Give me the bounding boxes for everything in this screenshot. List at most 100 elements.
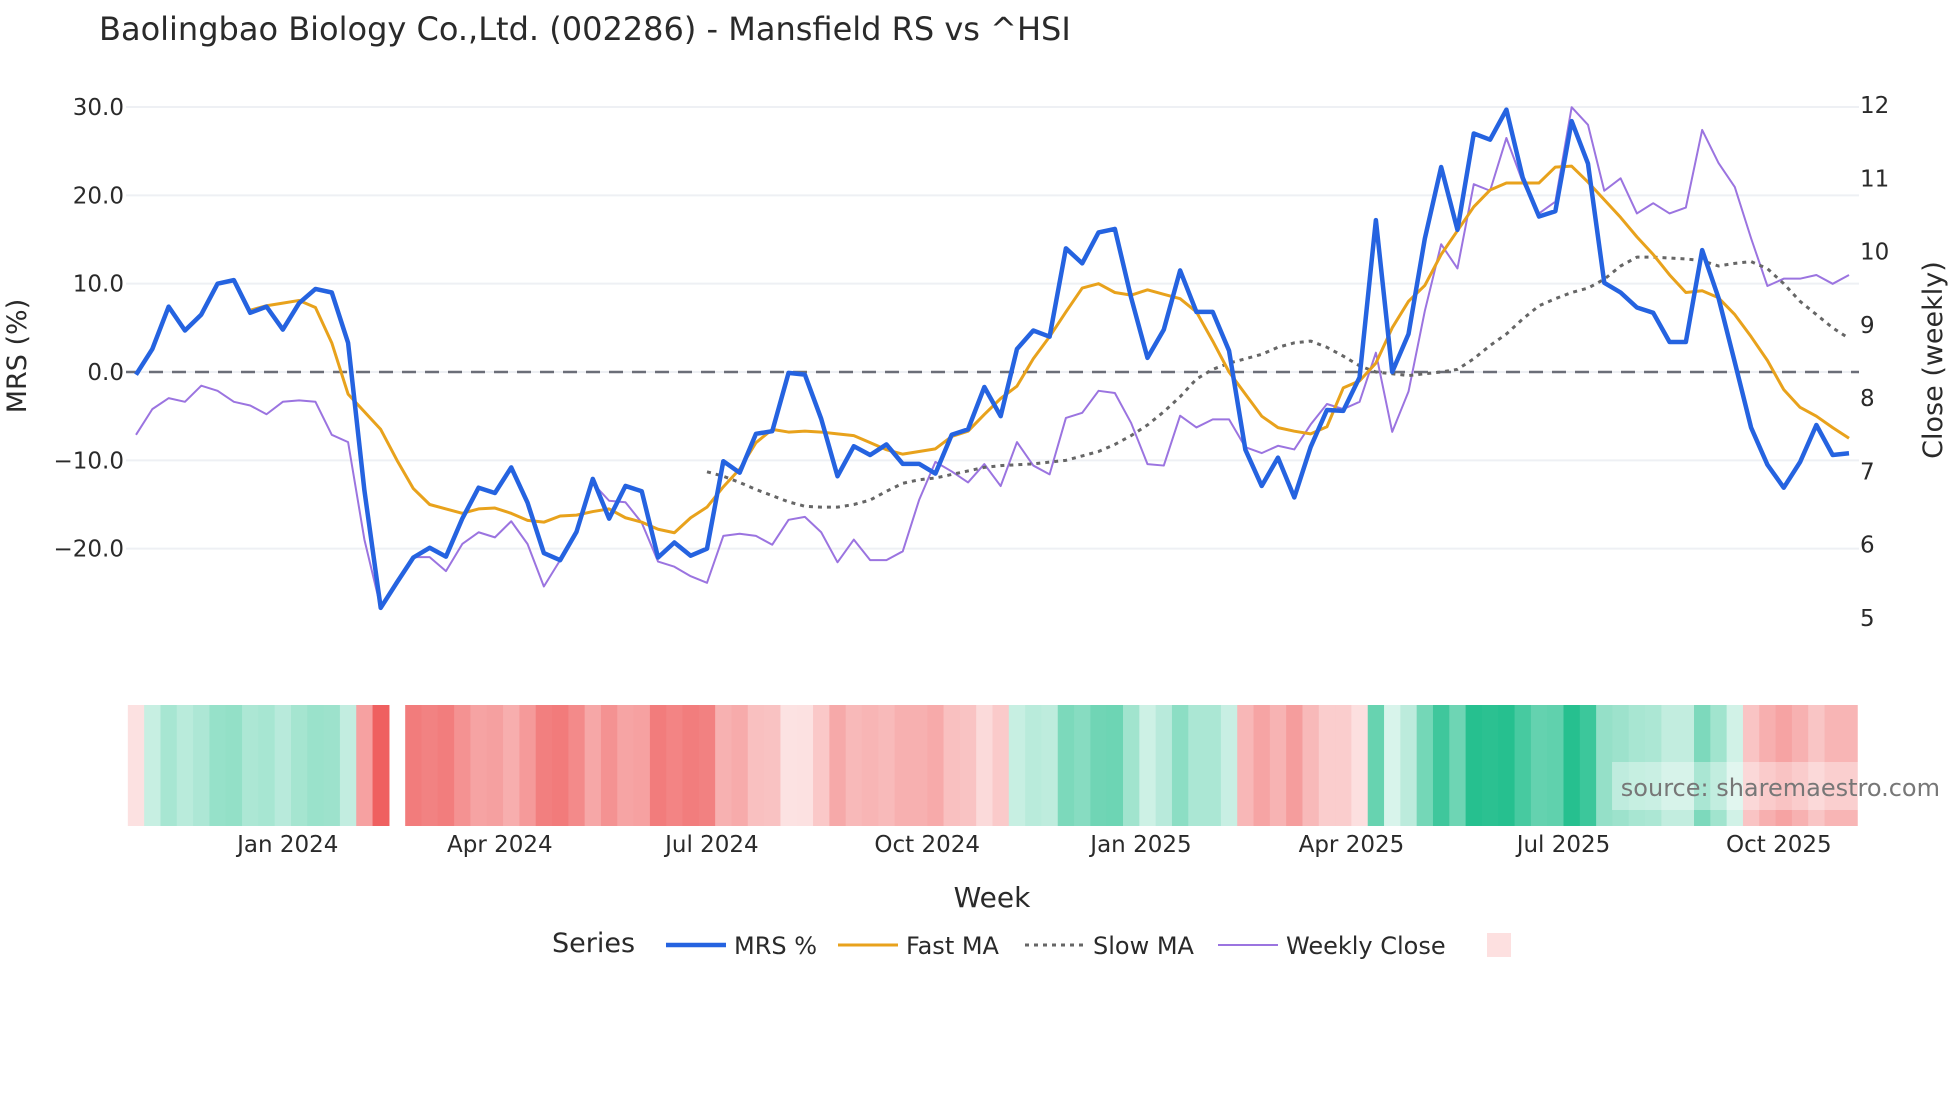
- heatmap-cell: [176, 705, 194, 826]
- heatmap-cell: [1318, 705, 1336, 826]
- legend-label: Weekly Close: [1286, 932, 1446, 960]
- heatmap-cell: [600, 705, 618, 826]
- heatmap-cell: [796, 705, 814, 826]
- y-tick-label-left: 30.0: [73, 95, 124, 121]
- heatmap-cell: [1123, 705, 1140, 826]
- y-tick-label-right: 12: [1860, 93, 1889, 119]
- heatmap-cell: [1416, 705, 1434, 826]
- heatmap-cell: [1286, 705, 1304, 826]
- y-tick-label-left: 10.0: [73, 272, 124, 298]
- heatmap-cell: [1384, 705, 1401, 826]
- x-tick-label: Oct 2024: [874, 832, 980, 858]
- heatmap-cell: [552, 705, 569, 826]
- x-tick-label: Jan 2025: [1088, 832, 1191, 858]
- heatmap-cell: [1090, 705, 1108, 826]
- heatmap-cell: [943, 705, 961, 826]
- chart-title: Baolingbao Biology Co.,Ltd. (002286) - M…: [99, 10, 1071, 48]
- heatmap-cell: [1547, 705, 1565, 826]
- heatmap-cell: [715, 705, 733, 826]
- heatmap-cell: [976, 705, 994, 826]
- heatmap-cell: [878, 705, 896, 826]
- x-tick-label: Jan 2024: [235, 832, 338, 858]
- heatmap-cell: [617, 705, 635, 826]
- heatmap-cell: [910, 705, 928, 826]
- heatmap-cell: [1514, 705, 1532, 826]
- heatmap-cell: [225, 705, 243, 826]
- y-axis-right: 12 11 10 9 8 7 6 5: [1860, 93, 1889, 632]
- heatmap-cell: [992, 705, 1010, 826]
- heatmap-cell: [127, 705, 145, 826]
- heatmap-cell: [1188, 705, 1206, 826]
- heatmap-cell: [193, 705, 211, 826]
- heatmap-cell: [1498, 705, 1516, 826]
- heatmap-cell: [144, 705, 162, 826]
- heatmap-cell: [780, 705, 798, 826]
- y-tick-label-left: 0.0: [87, 360, 124, 386]
- y-tick-label-left: 20.0: [73, 183, 124, 209]
- heatmap-cell: [503, 705, 520, 826]
- heatmap-cell: [666, 705, 684, 826]
- heatmap-cell: [1025, 705, 1043, 826]
- heatmap-cell: [519, 705, 537, 826]
- y-tick-label-right: 10: [1860, 240, 1889, 266]
- heatmap-cell: [356, 705, 374, 826]
- heatmap-cell: [1204, 705, 1222, 826]
- y-tick-label-right: 9: [1860, 313, 1875, 339]
- heatmap-cell: [747, 705, 765, 826]
- heatmap-cell: [1579, 705, 1597, 826]
- heatmap-cell: [470, 705, 488, 826]
- heatmap-cell: [372, 705, 390, 826]
- heatmap-cell: [1106, 705, 1124, 826]
- heatmap-cell: [323, 705, 341, 826]
- heatmap-cell: [339, 705, 357, 826]
- heatmap-cell: [845, 705, 863, 826]
- x-tick-label: Oct 2025: [1726, 832, 1832, 858]
- heatmap-cell: [861, 705, 879, 826]
- heatmap-cell: [1155, 705, 1173, 826]
- heatmap-cell: [258, 705, 276, 826]
- legend: Series MRS % Fast MA Slow MA Weekly Close: [552, 928, 1511, 960]
- legend-swatch-heatmap: [1487, 933, 1511, 957]
- heatmap-cell: [307, 705, 325, 826]
- x-tick-label: Jul 2025: [1515, 832, 1611, 858]
- heatmap-cell: [1563, 705, 1581, 826]
- heatmap-cell: [633, 705, 651, 826]
- heatmap-cell: [1432, 705, 1450, 826]
- y-tick-label-right: 6: [1860, 533, 1875, 559]
- heatmap-cell: [437, 705, 455, 826]
- y-axis-right-label: Close (weekly): [1918, 261, 1949, 459]
- heatmap-cell: [1367, 705, 1385, 826]
- heatmap-cell: [242, 705, 259, 826]
- heatmap-cell: [813, 705, 830, 826]
- x-tick-label: Apr 2025: [1299, 832, 1405, 858]
- x-tick-label: Apr 2024: [447, 832, 553, 858]
- y-tick-label-right: 11: [1860, 166, 1889, 192]
- series-line-mrs: [134, 107, 1850, 611]
- heatmap-cell: [1449, 705, 1467, 826]
- y-tick-label-right: 7: [1860, 459, 1875, 485]
- heatmap-cell: [829, 705, 847, 826]
- heatmap-cell: [160, 705, 178, 826]
- heatmap-cell: [1041, 705, 1059, 826]
- heatmap-cell: [731, 705, 749, 826]
- series-line-fast-ma: [249, 164, 1850, 535]
- heatmap-cell: [1269, 705, 1287, 826]
- heatmap-cell: [1351, 705, 1369, 826]
- x-axis-label: Week: [954, 881, 1031, 914]
- legend-title: Series: [552, 928, 635, 959]
- legend-label: Slow MA: [1093, 932, 1195, 960]
- heatmap-cell: [1400, 705, 1418, 826]
- heatmap-cell: [649, 705, 667, 826]
- heatmap-cell: [1008, 705, 1026, 826]
- heatmap-cell: [1074, 705, 1091, 826]
- heatmap-cell: [1335, 705, 1353, 826]
- heatmap-cell: [927, 705, 945, 826]
- y-tick-label-right: 5: [1860, 606, 1875, 632]
- heatmap-cell: [421, 705, 439, 826]
- source-note: source: sharemaestro.com: [1621, 774, 1940, 802]
- heatmap-cell: [1481, 705, 1499, 826]
- y-axis-left: 30.0 20.0 10.0 0.0 −10.0 −20.0: [54, 95, 124, 563]
- heatmap-cell: [1057, 705, 1075, 826]
- heatmap-cell: [1465, 705, 1483, 826]
- x-tick-label: Jul 2024: [663, 832, 759, 858]
